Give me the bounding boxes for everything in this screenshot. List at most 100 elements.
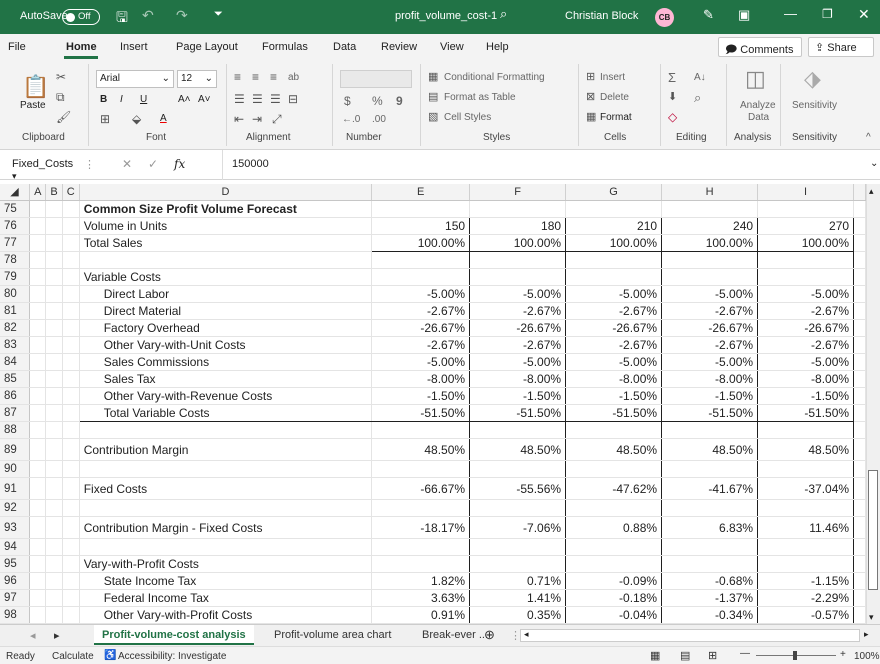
horizontal-scrollbar[interactable] (520, 629, 860, 642)
row-label-cell[interactable] (79, 538, 373, 556)
column-header[interactable]: I (757, 184, 855, 201)
cell[interactable] (62, 336, 80, 354)
zoom-out-icon[interactable]: — (740, 648, 750, 659)
value-cell[interactable]: 48.50% (469, 438, 567, 461)
row-label-cell[interactable]: Variable Costs (79, 268, 373, 286)
align-right-icon[interactable]: ☰ (270, 92, 281, 106)
row-label-cell[interactable]: Volume in Units (79, 217, 373, 235)
cell[interactable] (853, 200, 866, 218)
value-cell[interactable]: -5.00% (469, 285, 567, 303)
value-cell[interactable] (469, 200, 567, 218)
cell[interactable] (853, 234, 866, 252)
enter-icon[interactable]: ✓ (148, 157, 158, 171)
restore-icon[interactable]: ❐ (822, 7, 833, 21)
value-cell[interactable]: -8.00% (757, 370, 855, 388)
formula-input[interactable]: 150000 (232, 158, 269, 170)
cell[interactable] (853, 555, 866, 573)
value-cell[interactable]: -1.50% (661, 387, 759, 405)
value-cell[interactable]: 48.50% (661, 438, 759, 461)
row-label-cell[interactable]: Fixed Costs (79, 477, 373, 500)
cell[interactable] (62, 572, 80, 590)
value-cell[interactable]: -5.00% (565, 285, 663, 303)
value-cell[interactable]: -2.67% (371, 336, 471, 354)
value-cell[interactable]: -26.67% (565, 319, 663, 337)
fill-icon[interactable]: ⬇ (668, 90, 677, 103)
cell[interactable] (62, 370, 80, 388)
value-cell[interactable] (469, 538, 567, 556)
cell[interactable] (45, 538, 63, 556)
menu-formulas[interactable]: Formulas (262, 41, 308, 53)
cut-icon[interactable]: ✂ (56, 70, 66, 84)
cell[interactable] (62, 516, 80, 539)
analyze-data-icon[interactable]: ◫ (745, 66, 766, 92)
column-header[interactable]: A (29, 184, 47, 201)
value-cell[interactable]: -2.67% (469, 336, 567, 354)
scroll-right-icon[interactable]: ▸ (864, 629, 869, 640)
value-cell[interactable]: 0.35% (469, 606, 567, 624)
value-cell[interactable] (661, 555, 759, 573)
format-as-table-button[interactable]: Format as Table (444, 92, 516, 103)
value-cell[interactable]: -1.50% (469, 387, 567, 405)
row-header[interactable]: 98 (0, 606, 31, 624)
row-label-cell[interactable]: Total Sales (79, 234, 373, 252)
column-header[interactable]: C (62, 184, 80, 201)
value-cell[interactable] (469, 421, 567, 439)
cell[interactable] (62, 438, 80, 461)
font-color-button[interactable]: A (160, 113, 167, 124)
value-cell[interactable]: 48.50% (565, 438, 663, 461)
row-label-cell[interactable] (79, 460, 373, 478)
cell[interactable] (29, 302, 47, 320)
row-header[interactable]: 93 (0, 516, 31, 539)
cell[interactable] (62, 302, 80, 320)
prev-sheet-icon[interactable]: ◂ (22, 625, 44, 645)
comments-button[interactable]: 🗩 Comments (718, 37, 802, 57)
cell[interactable] (29, 499, 47, 517)
value-cell[interactable]: -1.50% (371, 387, 471, 405)
cell[interactable] (29, 251, 47, 269)
cell[interactable] (45, 319, 63, 337)
row-header[interactable]: 85 (0, 370, 31, 388)
cell[interactable] (45, 370, 63, 388)
font-size-select[interactable]: 12 ⌄ (177, 70, 217, 88)
cell[interactable] (45, 555, 63, 573)
cell[interactable] (29, 460, 47, 478)
cell[interactable] (62, 589, 80, 607)
file-name[interactable]: profit_volume_cost-1 (395, 10, 497, 22)
row-label-cell[interactable] (79, 251, 373, 269)
cell[interactable] (29, 370, 47, 388)
row-label-cell[interactable]: Sales Tax (79, 370, 373, 388)
value-cell[interactable]: -2.67% (371, 302, 471, 320)
value-cell[interactable]: -5.00% (371, 285, 471, 303)
value-cell[interactable]: 48.50% (757, 438, 855, 461)
decrease-indent-icon[interactable]: ⇤ (234, 112, 244, 126)
value-cell[interactable] (371, 200, 471, 218)
cell[interactable] (62, 477, 80, 500)
cell[interactable] (45, 477, 63, 500)
cell[interactable] (29, 421, 47, 439)
value-cell[interactable]: 270 (757, 217, 855, 235)
cell[interactable] (62, 268, 80, 286)
currency-button[interactable]: $ (344, 94, 351, 108)
page-break-view-icon[interactable]: ⊞ (708, 649, 717, 662)
row-header[interactable]: 88 (0, 421, 31, 439)
row-header[interactable]: 76 (0, 217, 31, 235)
value-cell[interactable]: -2.67% (565, 336, 663, 354)
cell[interactable] (853, 499, 866, 517)
collapse-ribbon-icon[interactable]: ^ (866, 132, 871, 143)
value-cell[interactable] (757, 421, 855, 439)
value-cell[interactable]: -0.09% (565, 572, 663, 590)
cell[interactable] (45, 217, 63, 235)
row-label-cell[interactable]: State Income Tax (79, 572, 373, 590)
search-icon[interactable]: ⌕ (500, 6, 507, 22)
value-cell[interactable]: -5.00% (661, 285, 759, 303)
value-cell[interactable]: 11.46% (757, 516, 855, 539)
value-cell[interactable] (469, 555, 567, 573)
share-button[interactable]: ⇪ Share ⌄ (808, 37, 874, 67)
cell[interactable] (29, 285, 47, 303)
customize-toolbar-icon[interactable]: ⏷ (214, 8, 223, 21)
scroll-up-icon[interactable]: ▴ (869, 186, 874, 197)
row-header[interactable]: 90 (0, 460, 31, 478)
cell[interactable] (29, 387, 47, 405)
row-header[interactable]: 84 (0, 353, 31, 371)
cell[interactable] (853, 477, 866, 500)
